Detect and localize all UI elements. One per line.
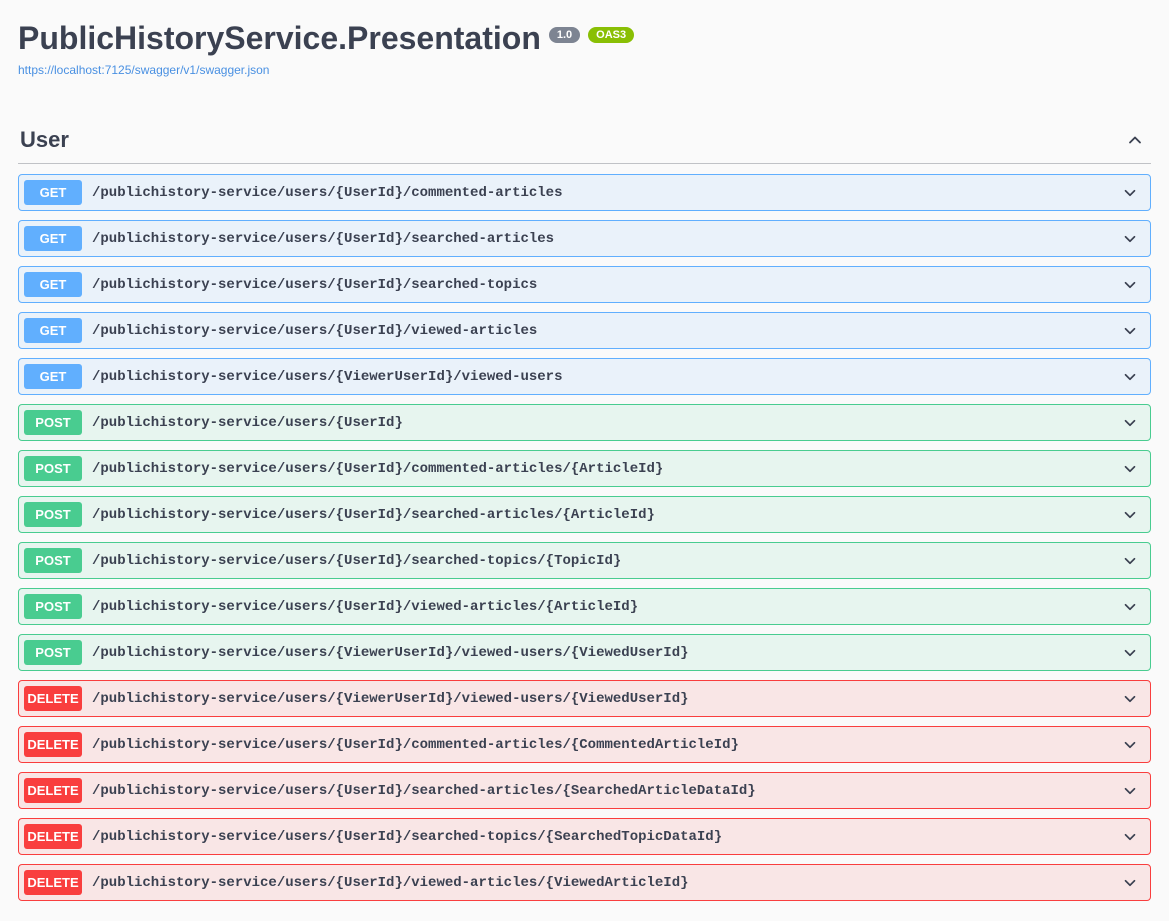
operation-row[interactable]: GET/publichistory-service/users/{UserId}… [18,174,1151,211]
operation-row[interactable]: POST/publichistory-service/users/{UserId… [18,450,1151,487]
operation-path: /publichistory-service/users/{UserId}/co… [92,185,1121,201]
method-badge: GET [24,318,82,343]
oas-badge: OAS3 [588,27,634,43]
chevron-down-icon [1121,828,1139,846]
method-badge: GET [24,272,82,297]
operation-path: /publichistory-service/users/{ViewerUser… [92,645,1121,661]
operation-path: /publichistory-service/users/{UserId}/se… [92,231,1121,247]
operation-row[interactable]: GET/publichistory-service/users/{ViewerU… [18,358,1151,395]
method-badge: GET [24,364,82,389]
operation-path: /publichistory-service/users/{UserId}/vi… [92,323,1121,339]
method-badge: DELETE [24,870,82,895]
method-badge: POST [24,548,82,573]
method-badge: DELETE [24,824,82,849]
method-badge: POST [24,594,82,619]
section-name: User [20,127,69,153]
operation-row[interactable]: POST/publichistory-service/users/{UserId… [18,404,1151,441]
chevron-down-icon [1121,184,1139,202]
chevron-down-icon [1121,782,1139,800]
chevron-up-icon [1125,130,1145,150]
operation-path: /publichistory-service/users/{UserId}/se… [92,277,1121,293]
operation-row[interactable]: POST/publichistory-service/users/{UserId… [18,496,1151,533]
operation-path: /publichistory-service/users/{UserId}/vi… [92,599,1121,615]
operation-row[interactable]: POST/publichistory-service/users/{UserId… [18,542,1151,579]
method-badge: GET [24,180,82,205]
chevron-down-icon [1121,598,1139,616]
method-badge: DELETE [24,778,82,803]
operation-path: /publichistory-service/users/{UserId}/se… [92,783,1121,799]
chevron-down-icon [1121,368,1139,386]
operation-row[interactable]: POST/publichistory-service/users/{UserId… [18,588,1151,625]
operation-row[interactable]: GET/publichistory-service/users/{UserId}… [18,312,1151,349]
chevron-down-icon [1121,552,1139,570]
operation-path: /publichistory-service/users/{UserId}/co… [92,461,1121,477]
operation-row[interactable]: GET/publichistory-service/users/{UserId}… [18,266,1151,303]
chevron-down-icon [1121,644,1139,662]
section-header-user[interactable]: User [18,117,1151,164]
method-badge: POST [24,410,82,435]
operation-path: /publichistory-service/users/{UserId}/vi… [92,875,1121,891]
operation-path: /publichistory-service/users/{ViewerUser… [92,691,1121,707]
operation-path: /publichistory-service/users/{UserId}/co… [92,737,1121,753]
operation-path: /publichistory-service/users/{ViewerUser… [92,369,1121,385]
chevron-down-icon [1121,414,1139,432]
operation-row[interactable]: DELETE/publichistory-service/users/{View… [18,680,1151,717]
chevron-down-icon [1121,322,1139,340]
operation-path: /publichistory-service/users/{UserId} [92,415,1121,431]
method-badge: GET [24,226,82,251]
operation-path: /publichistory-service/users/{UserId}/se… [92,553,1121,569]
chevron-down-icon [1121,506,1139,524]
method-badge: POST [24,502,82,527]
operation-path: /publichistory-service/users/{UserId}/se… [92,829,1121,845]
method-badge: POST [24,640,82,665]
method-badge: POST [24,456,82,481]
chevron-down-icon [1121,736,1139,754]
chevron-down-icon [1121,230,1139,248]
chevron-down-icon [1121,276,1139,294]
method-badge: DELETE [24,732,82,757]
operation-path: /publichistory-service/users/{UserId}/se… [92,507,1121,523]
operation-row[interactable]: POST/publichistory-service/users/{Viewer… [18,634,1151,671]
operation-row[interactable]: DELETE/publichistory-service/users/{User… [18,864,1151,901]
version-badge: 1.0 [549,27,580,43]
operation-row[interactable]: GET/publichistory-service/users/{UserId}… [18,220,1151,257]
method-badge: DELETE [24,686,82,711]
page-title: PublicHistoryService.Presentation [18,20,541,57]
chevron-down-icon [1121,874,1139,892]
operation-row[interactable]: DELETE/publichistory-service/users/{User… [18,726,1151,763]
chevron-down-icon [1121,460,1139,478]
chevron-down-icon [1121,690,1139,708]
operation-row[interactable]: DELETE/publichistory-service/users/{User… [18,818,1151,855]
operation-row[interactable]: DELETE/publichistory-service/users/{User… [18,772,1151,809]
spec-link[interactable]: https://localhost:7125/swagger/v1/swagge… [18,63,269,77]
